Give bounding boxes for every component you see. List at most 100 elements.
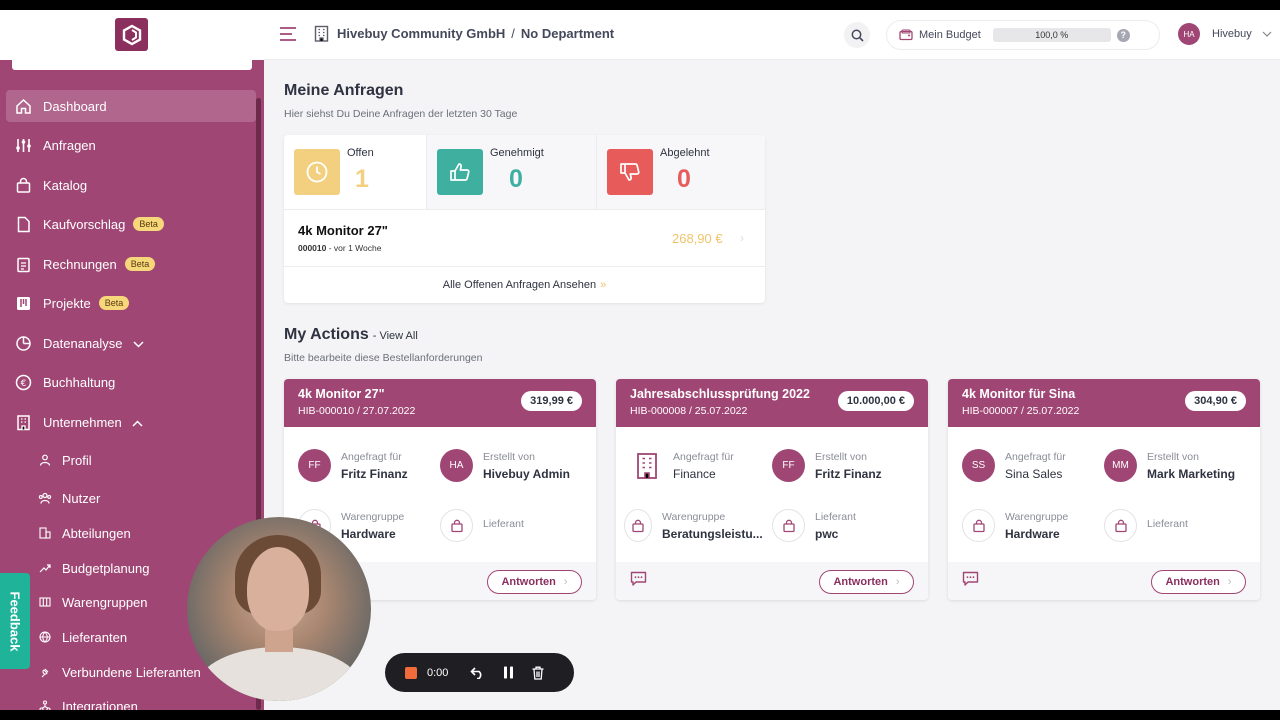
thumbs-up-icon bbox=[437, 149, 483, 195]
avatar: FF bbox=[772, 449, 805, 482]
action-card[interactable]: Jahresabschlussprüfung 2022 HIB-000008 /… bbox=[616, 379, 928, 600]
field-value: Mark Marketing bbox=[1147, 467, 1236, 481]
chevron-up-icon[interactable] bbox=[132, 415, 143, 430]
sidebar-subitem-verbundene-lieferanten[interactable]: Verbundene Lieferanten bbox=[38, 659, 201, 685]
field-label: Angefragt für bbox=[673, 451, 734, 463]
field-label: Erstellt von bbox=[1147, 451, 1199, 463]
action-card-header: 4k Monitor für Sina HIB-000007 / 25.07.2… bbox=[948, 379, 1260, 427]
sidebar-logo-area bbox=[0, 10, 264, 60]
field-label: Warengruppe bbox=[662, 511, 726, 523]
action-card-id: HIB-000007 / 25.07.2022 bbox=[962, 405, 1080, 417]
view-all-actions-link[interactable]: - View All bbox=[373, 330, 418, 342]
comment-icon[interactable] bbox=[962, 571, 979, 592]
bag-icon bbox=[772, 509, 805, 542]
sliders-icon bbox=[14, 136, 32, 154]
stat-abgelehnt[interactable]: Abgelehnt 0 bbox=[597, 135, 765, 210]
field-value: Beratungsleistu... bbox=[662, 527, 763, 541]
action-card-header: Jahresabschlussprüfung 2022 HIB-000008 /… bbox=[616, 379, 928, 427]
actions-title: My Actions bbox=[284, 326, 369, 343]
sidebar-subitem-warengruppen[interactable]: Warengruppen bbox=[38, 589, 148, 615]
action-card[interactable]: 4k Monitor für Sina HIB-000007 / 25.07.2… bbox=[948, 379, 1260, 600]
trend-icon bbox=[38, 561, 52, 575]
request-title[interactable]: 4k Monitor 27" bbox=[298, 223, 388, 238]
sidebar-item-rechnungen[interactable]: Rechnungen Beta bbox=[6, 248, 256, 280]
created-by-field: FF Erstellt von Fritz Finanz bbox=[772, 449, 882, 482]
search-button[interactable] bbox=[844, 22, 870, 48]
sidebar-subitem-label: Integrationen bbox=[62, 698, 138, 711]
clipboard-icon bbox=[14, 255, 32, 273]
clock-icon bbox=[294, 149, 340, 195]
svg-text:€: € bbox=[20, 379, 26, 389]
chevron-right-icon: › bbox=[1227, 576, 1232, 588]
sidebar-item-unternehmen[interactable]: Unternehmen bbox=[6, 406, 256, 438]
stat-genehmigt[interactable]: Genehmigt 0 bbox=[427, 135, 597, 210]
sidebar-subitem-label: Abteilungen bbox=[62, 525, 131, 541]
field-value: Hardware bbox=[341, 527, 396, 541]
field-label: Lieferant bbox=[483, 518, 524, 530]
field-label: Warengruppe bbox=[341, 511, 405, 523]
trash-icon[interactable] bbox=[532, 666, 544, 680]
budget-widget[interactable]: Mein Budget 100,0 % ? bbox=[886, 20, 1160, 50]
building-icon bbox=[630, 449, 663, 482]
stat-offen[interactable]: Offen 1 bbox=[284, 135, 427, 210]
recording-timer: 0:00 bbox=[427, 666, 449, 679]
department-name[interactable]: No Department bbox=[521, 26, 614, 41]
top-header: Hivebuy Community GmbH / No Department M… bbox=[264, 10, 1280, 60]
reply-label: Antworten bbox=[833, 576, 888, 588]
stat-label: Genehmigt bbox=[490, 147, 544, 159]
sidebar-item-projekte[interactable]: Projekte Beta bbox=[6, 287, 256, 319]
action-card-title: 4k Monitor 27" bbox=[298, 387, 385, 401]
sidebar-item-dashboard[interactable]: Dashboard bbox=[6, 90, 256, 122]
help-icon[interactable]: ? bbox=[1116, 28, 1130, 42]
sidebar-item-anfragen[interactable]: Anfragen bbox=[6, 129, 256, 161]
sidebar-search-field[interactable] bbox=[12, 60, 252, 70]
sidebar-subitem-lieferanten[interactable]: Lieferanten bbox=[38, 624, 127, 650]
webcam-overlay[interactable] bbox=[187, 517, 371, 701]
sidebar-item-kaufvorschlag[interactable]: Kaufvorschlag Beta bbox=[6, 208, 256, 240]
requested-for-field: Angefragt für Finance bbox=[630, 449, 734, 482]
sidebar-item-buchhaltung[interactable]: € Buchhaltung bbox=[6, 366, 256, 398]
reply-button[interactable]: Antworten › bbox=[487, 570, 582, 594]
user-name: Hivebuy bbox=[1212, 28, 1252, 40]
sidebar-item-label: Anfragen bbox=[43, 137, 96, 153]
field-label: Lieferant bbox=[815, 511, 856, 523]
stat-value: 0 bbox=[677, 165, 691, 193]
sidebar-subitem-integrationen[interactable]: Integrationen bbox=[38, 693, 138, 710]
chevron-down-icon[interactable] bbox=[132, 336, 144, 351]
sidebar-subitem-abteilungen[interactable]: Abteilungen bbox=[38, 520, 131, 546]
sidebar-subitem-budgetplanung[interactable]: Budgetplanung bbox=[38, 555, 149, 581]
field-label: Warengruppe bbox=[1005, 511, 1069, 523]
feedback-button[interactable]: Feedback bbox=[0, 573, 30, 669]
budget-progress-bar: 100,0 % bbox=[992, 28, 1111, 42]
reply-button[interactable]: Antworten › bbox=[1151, 570, 1246, 594]
request-meta: 000010 - vor 1 Woche bbox=[298, 243, 382, 253]
actions-subtitle: Bitte bearbeite diese Bestellanforderung… bbox=[284, 352, 483, 364]
stop-recording-button[interactable] bbox=[405, 666, 417, 679]
undo-icon[interactable] bbox=[470, 666, 485, 679]
action-card-footer: Antworten › bbox=[948, 562, 1260, 600]
building-icon bbox=[314, 25, 329, 42]
hivebuy-logo-icon[interactable] bbox=[115, 18, 148, 51]
field-value: Hardware bbox=[1005, 527, 1060, 541]
pause-icon[interactable] bbox=[503, 666, 514, 679]
comment-icon[interactable] bbox=[630, 571, 647, 592]
reply-button[interactable]: Antworten › bbox=[819, 570, 914, 594]
sidebar-item-katalog[interactable]: Katalog bbox=[6, 169, 256, 201]
avatar: HA bbox=[1178, 23, 1200, 45]
sidebar-item-label: Projekte bbox=[43, 295, 91, 311]
view-all-open-requests-link[interactable]: Alle Offenen Anfragen Ansehen» bbox=[284, 279, 765, 291]
action-card-price: 304,90 € bbox=[1185, 391, 1246, 411]
user-menu[interactable]: HA Hivebuy bbox=[1178, 23, 1272, 45]
kanban-icon bbox=[14, 294, 32, 312]
requested-for-field: SS Angefragt für Sina Sales bbox=[962, 449, 1066, 482]
action-card-title: 4k Monitor für Sina bbox=[962, 387, 1076, 401]
sidebar-item-datenanalyse[interactable]: Datenanalyse bbox=[6, 327, 256, 359]
chevron-right-icon[interactable]: › bbox=[740, 231, 744, 245]
hamburger-menu-icon[interactable] bbox=[279, 26, 297, 47]
chevron-right-icon: › bbox=[895, 576, 900, 588]
plug-icon bbox=[38, 665, 52, 679]
sidebar-subitem-nutzer[interactable]: Nutzer bbox=[38, 485, 100, 511]
company-name[interactable]: Hivebuy Community GmbH bbox=[337, 26, 505, 41]
sidebar-subitem-profil[interactable]: Profil bbox=[38, 447, 92, 473]
field-value: Fritz Finanz bbox=[815, 467, 882, 481]
